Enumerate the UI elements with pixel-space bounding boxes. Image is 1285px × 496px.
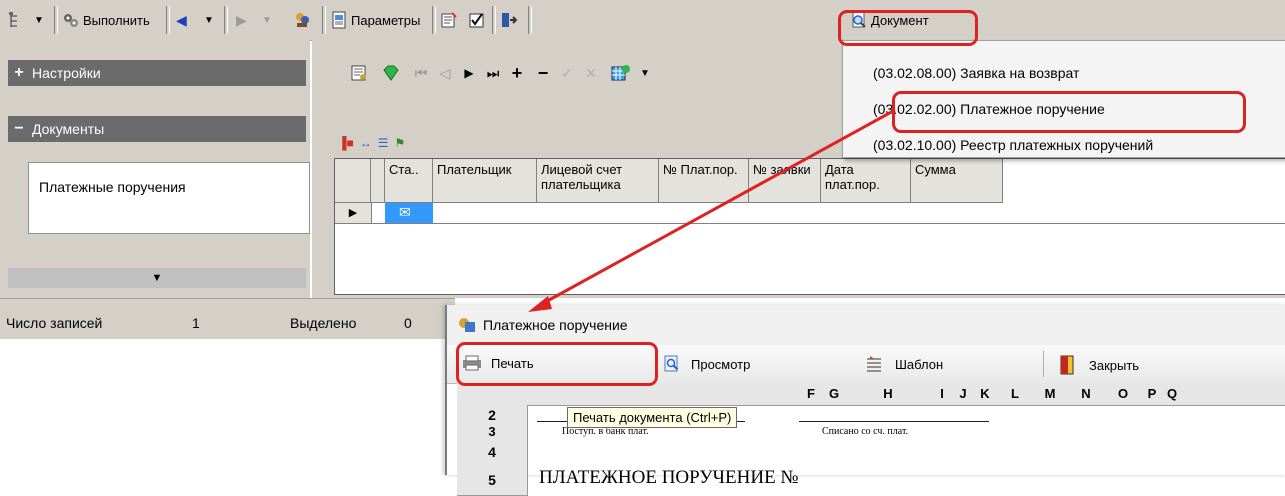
annotation-arrow bbox=[528, 108, 896, 312]
